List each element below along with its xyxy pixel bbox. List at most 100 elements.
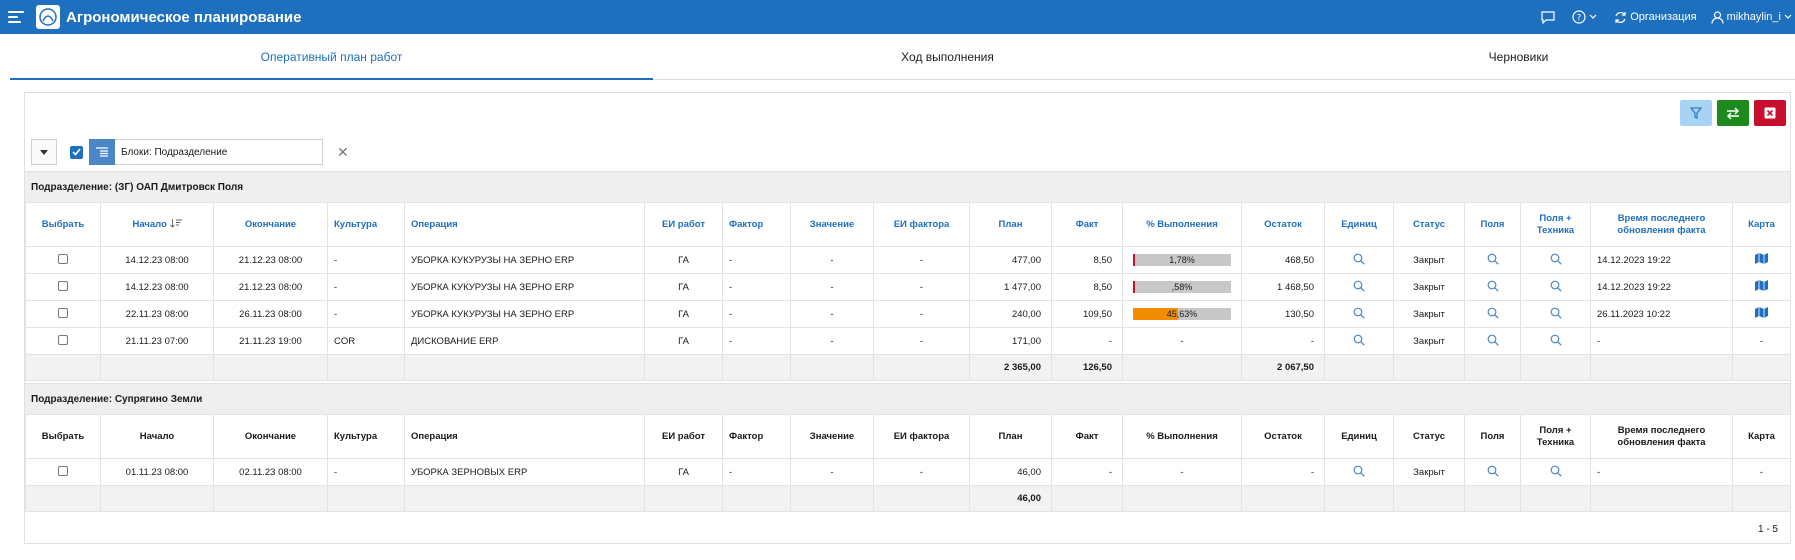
column-header[interactable]: Карта [1732,414,1791,459]
filter-label[interactable]: Блоки: Подразделение [115,139,323,165]
column-header[interactable]: Статус [1393,414,1465,459]
row-select-checkbox[interactable] [58,280,68,291]
organization-switch[interactable]: Организация [1614,11,1697,24]
fields-cell[interactable] [1464,327,1521,355]
units-cell[interactable] [1324,458,1394,486]
fields-search-icon[interactable] [1487,334,1499,349]
hamburger-menu-icon[interactable] [8,11,24,23]
fields-equipment-search-icon[interactable] [1550,280,1562,295]
column-header[interactable]: Поля + Техника [1520,414,1591,459]
work-unit-cell: ГА [644,458,723,486]
units-cell[interactable] [1324,300,1394,328]
fields-cell[interactable] [1464,300,1521,328]
column-header[interactable]: Поля [1464,202,1521,247]
column-header[interactable]: Факт [1051,414,1123,459]
map-cell[interactable] [1732,246,1791,274]
column-header[interactable]: Окончание [213,202,328,247]
fields-cell[interactable] [1464,458,1521,486]
column-header[interactable]: План [969,202,1052,247]
column-header[interactable]: ЕИ фактора [873,202,970,247]
fields-equipment-search-icon[interactable] [1550,334,1562,349]
fields-equipment-cell[interactable] [1520,458,1591,486]
column-header[interactable]: Культура [327,202,405,247]
delete-button[interactable] [1754,100,1786,126]
fields-search-icon[interactable] [1487,253,1499,268]
map-icon[interactable] [1755,280,1768,294]
column-header[interactable]: ЕИ работ [644,414,723,459]
fields-equipment-cell[interactable] [1520,300,1591,328]
remove-filter-icon[interactable]: ✕ [337,144,349,161]
fields-search-icon[interactable] [1487,465,1499,480]
column-header[interactable]: Время последнего обновления факта [1590,202,1733,247]
column-header[interactable]: Операция [404,414,645,459]
fields-cell[interactable] [1464,273,1521,301]
column-header[interactable]: Единиц [1324,202,1394,247]
units-search-icon[interactable] [1353,334,1365,349]
checkmark-icon [72,148,81,156]
map-cell[interactable] [1732,300,1791,328]
column-header-start[interactable]: Начало [100,202,214,247]
column-header[interactable]: Значение [790,414,874,459]
column-header[interactable]: План [969,414,1052,459]
map-icon[interactable] [1755,253,1768,267]
units-cell[interactable] [1324,273,1394,301]
fields-equipment-cell[interactable] [1520,327,1591,355]
crop-cell: - [327,246,405,274]
row-select-checkbox[interactable] [58,465,68,476]
tab-progress[interactable]: Ход выполнения [653,34,1242,79]
column-header[interactable]: % Выполнения [1122,202,1242,247]
column-header[interactable]: Поля + Техника [1520,202,1591,247]
column-header[interactable]: Фактор [722,414,791,459]
fields-equipment-search-icon[interactable] [1550,465,1562,480]
fields-equipment-search-icon[interactable] [1550,253,1562,268]
units-search-icon[interactable] [1353,253,1365,268]
fields-equipment-cell[interactable] [1520,273,1591,301]
column-header[interactable]: Остаток [1241,414,1325,459]
transfer-button[interactable] [1717,100,1749,126]
map-icon[interactable] [1755,307,1768,321]
column-header[interactable]: Факт [1051,202,1123,247]
chat-icon[interactable] [1541,10,1558,24]
units-search-icon[interactable] [1353,280,1365,295]
fields-cell[interactable] [1464,246,1521,274]
column-header[interactable]: % Выполнения [1122,414,1242,459]
column-header[interactable]: ЕИ работ [644,202,723,247]
column-header[interactable]: Культура [327,414,405,459]
user-icon [1710,10,1724,24]
units-search-icon[interactable] [1353,307,1365,322]
map-cell[interactable] [1732,273,1791,301]
factor-cell: - [722,273,791,301]
fields-equipment-search-icon[interactable] [1550,307,1562,322]
app-title[interactable]: Агрономическое планирование [66,9,301,26]
user-menu[interactable]: mikhaylin_i [1710,10,1795,24]
units-search-icon[interactable] [1353,465,1365,480]
column-header[interactable]: Единиц [1324,414,1394,459]
row-select-checkbox[interactable] [58,253,68,264]
units-cell[interactable] [1324,246,1394,274]
fields-equipment-cell[interactable] [1520,246,1591,274]
filter-button[interactable] [1680,100,1712,126]
column-header[interactable]: Карта [1732,202,1791,247]
fields-search-icon[interactable] [1487,280,1499,295]
column-header[interactable]: Фактор [722,202,791,247]
column-header[interactable]: ЕИ фактора [873,414,970,459]
column-header[interactable]: Время последнего обновления факта [1590,414,1733,459]
column-header[interactable]: Значение [790,202,874,247]
filter-dropdown-button[interactable] [31,139,57,165]
filter-enabled-checkbox[interactable] [70,145,83,159]
column-header[interactable]: Операция [404,202,645,247]
row-select-checkbox[interactable] [58,307,68,318]
help-menu[interactable]: ? [1572,10,1600,24]
column-header[interactable]: Окончание [213,414,328,459]
tab-operational-plan[interactable]: Оперативный план работ [10,34,653,80]
row-select-checkbox[interactable] [58,334,68,345]
tab-drafts[interactable]: Черновики [1242,34,1795,79]
column-header[interactable]: Выбрать [25,414,101,459]
column-header[interactable]: Статус [1393,202,1465,247]
units-cell[interactable] [1324,327,1394,355]
column-header[interactable]: Поля [1464,414,1521,459]
column-header[interactable]: Выбрать [25,202,101,247]
column-header[interactable]: Остаток [1241,202,1325,247]
fields-search-icon[interactable] [1487,307,1499,322]
column-header[interactable]: Начало [100,414,214,459]
